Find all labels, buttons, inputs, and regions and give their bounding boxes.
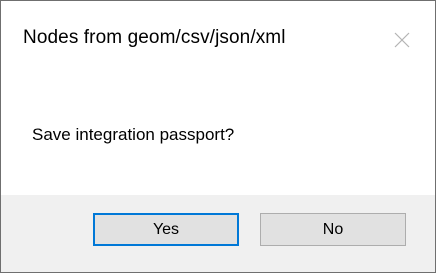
- close-icon: [393, 31, 411, 49]
- no-button-label: No: [322, 220, 344, 238]
- title-bar[interactable]: Nodes from geom/csv/json/xml: [1, 1, 435, 63]
- button-bar: Yes No: [1, 195, 435, 272]
- yes-button[interactable]: Yes: [93, 213, 239, 246]
- dialog-body: Save integration passport?: [1, 63, 435, 195]
- dialog-message: Save integration passport?: [32, 125, 235, 144]
- no-button[interactable]: No: [260, 213, 406, 246]
- dialog-title: Nodes from geom/csv/json/xml: [23, 27, 286, 48]
- message-dialog: Nodes from geom/csv/json/xml Save integr…: [0, 0, 436, 273]
- yes-button-label: Yes: [152, 220, 180, 238]
- close-button[interactable]: [385, 23, 419, 57]
